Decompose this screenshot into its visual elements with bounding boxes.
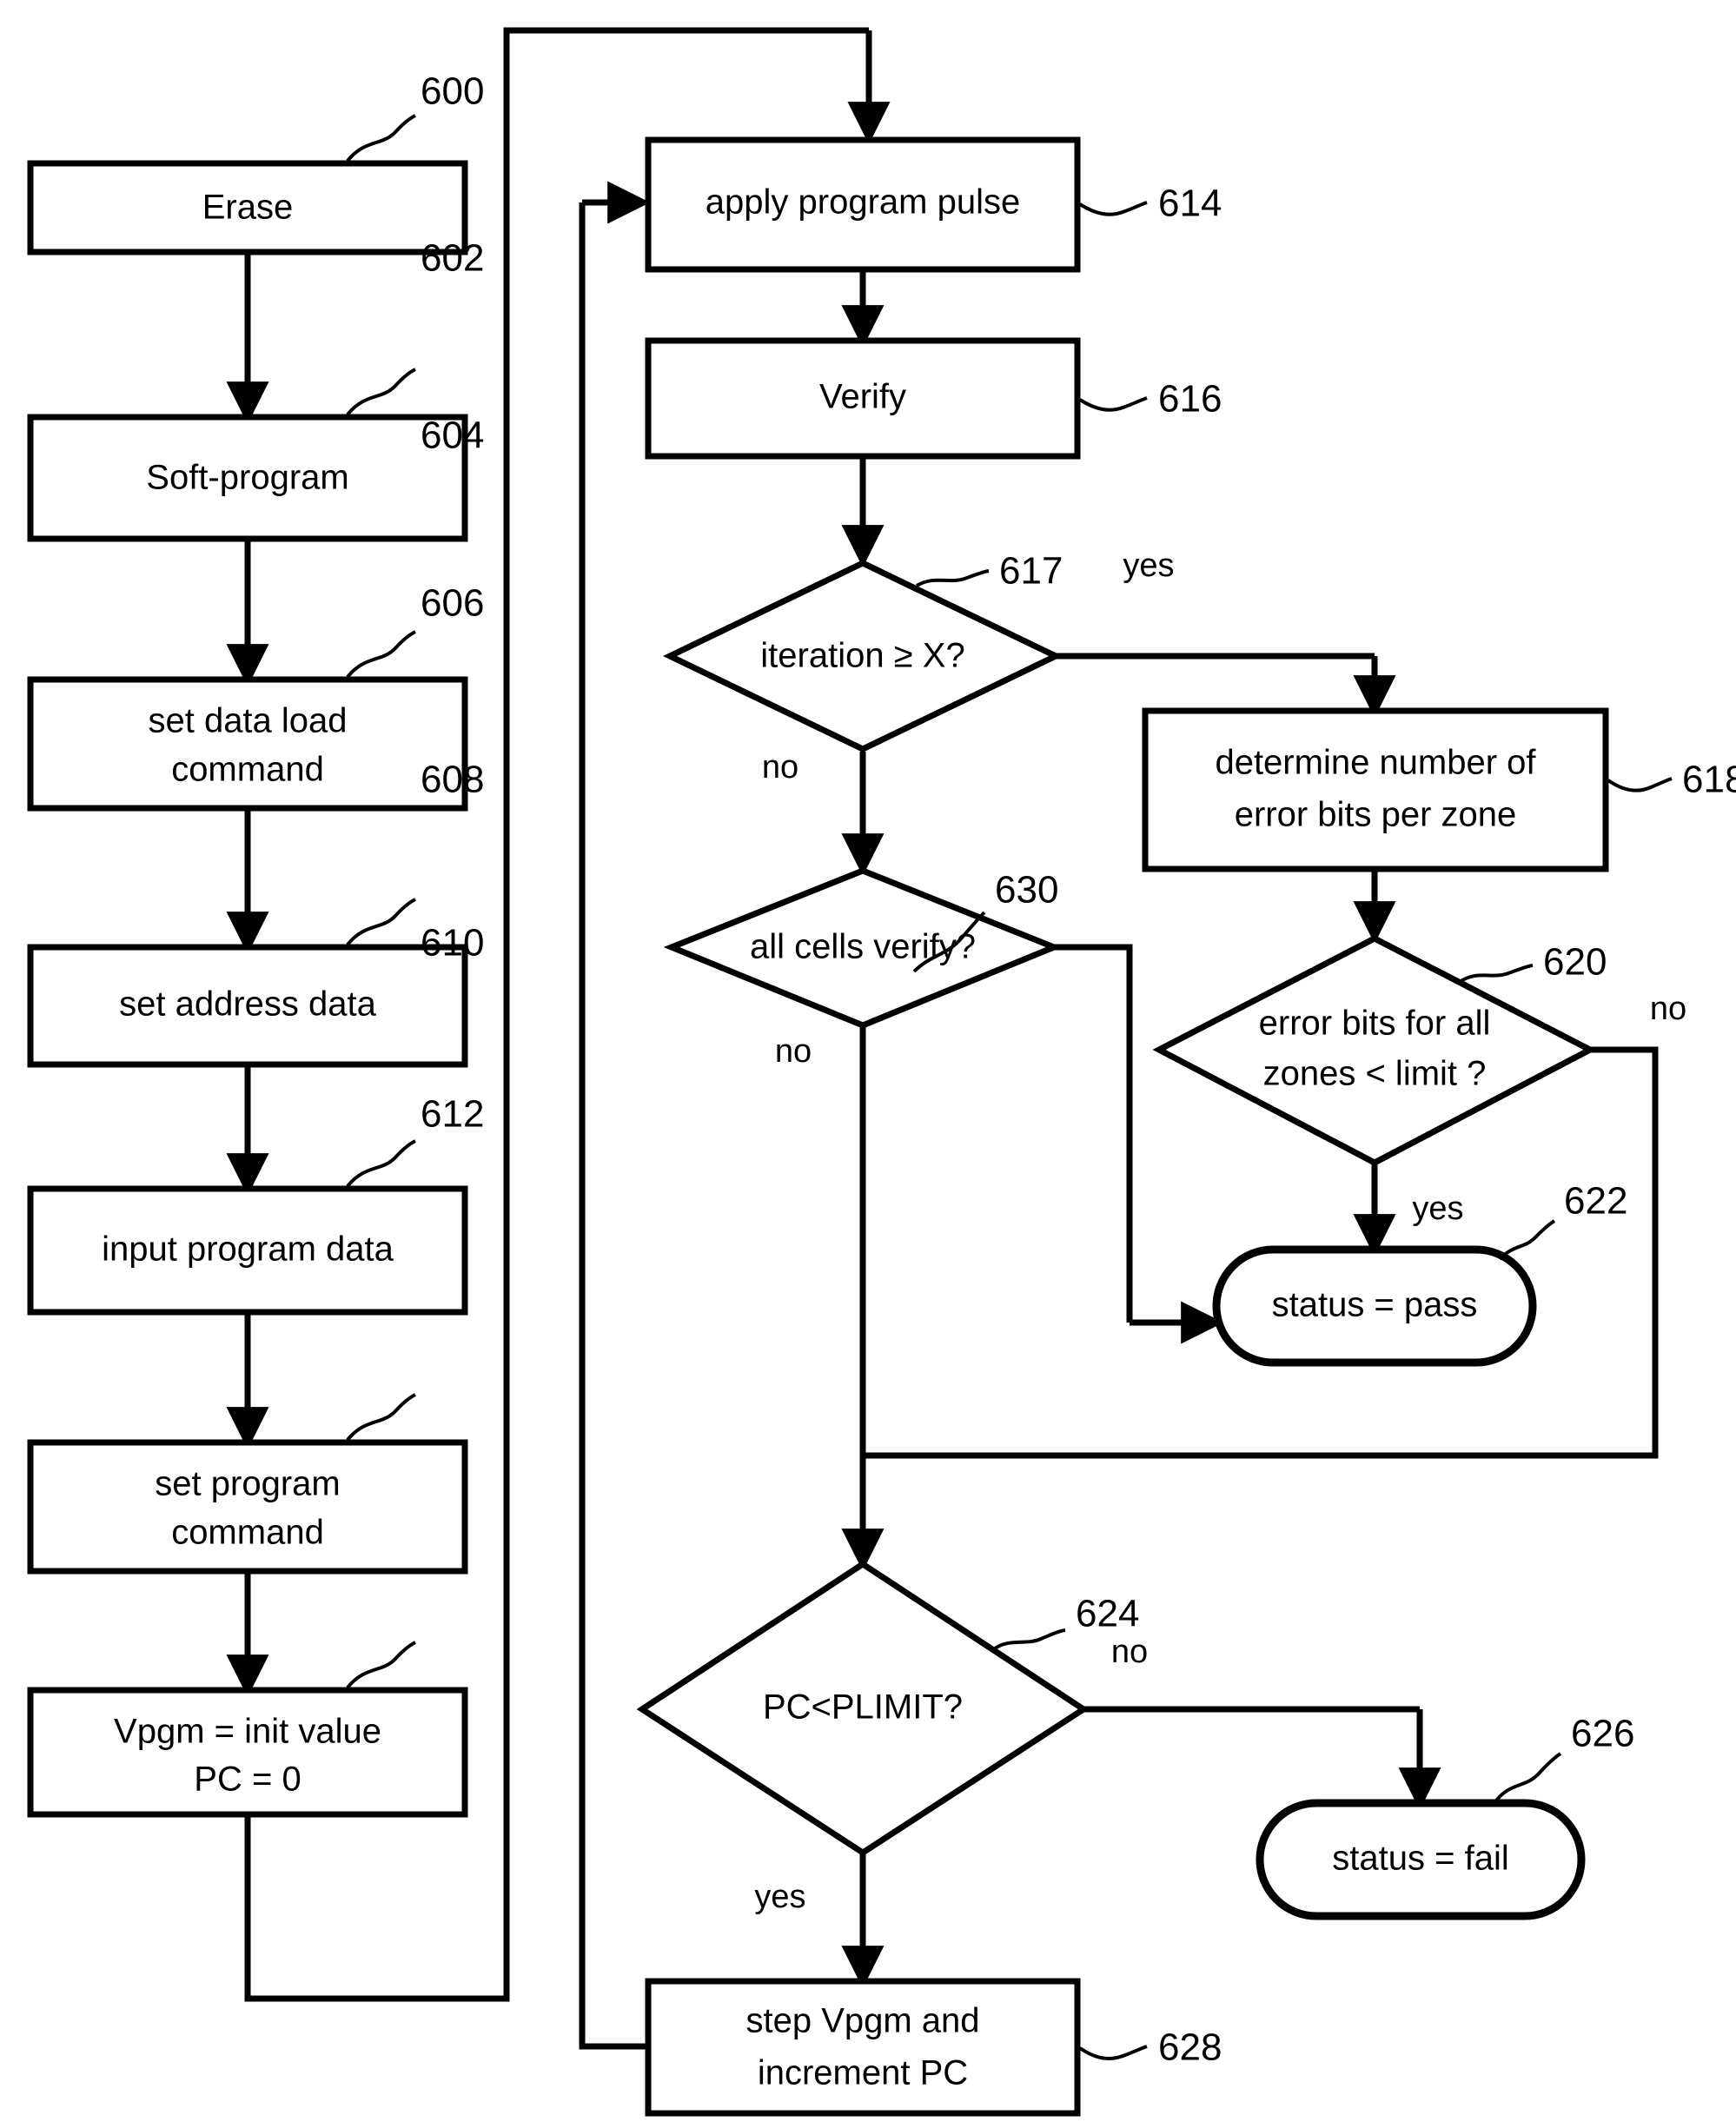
ref-614: 614	[1158, 182, 1222, 225]
node-628[interactable]: step Vpgm and increment PC 628	[645, 1978, 1222, 2117]
leader-616	[1078, 396, 1148, 412]
leader-608	[346, 1139, 416, 1188]
node-624[interactable]: PC<PLIMIT? 624 no yes	[636, 1560, 1148, 1915]
flowchart-svg: Erase 600 Soft-program 602 set data load…	[27, 27, 1736, 2117]
node-620-label-1: error bits for all	[1259, 1005, 1491, 1043]
ref-610: 610	[421, 922, 484, 965]
node-618[interactable]: determine number of error bits per zone …	[1142, 707, 1736, 872]
edge-630-yes-vertical	[1054, 944, 1133, 1323]
node-622-label: status = pass	[1272, 1286, 1478, 1324]
leader-606	[346, 898, 416, 946]
node-628-label-2: increment PC	[758, 2054, 968, 2092]
node-604-label-2: command	[171, 751, 324, 789]
ref-630: 630	[995, 869, 1058, 912]
edge-label-617-yes: yes	[1123, 547, 1174, 584]
node-626-label: status = fail	[1332, 1840, 1508, 1878]
leader-604	[346, 630, 416, 679]
node-602[interactable]: Soft-program 602	[27, 237, 484, 542]
node-602-label: Soft-program	[146, 459, 348, 497]
ref-618: 618	[1682, 759, 1736, 801]
leader-612	[346, 1641, 416, 1689]
node-600-label: Erase	[202, 189, 294, 227]
node-617-label: iteration ≥ X?	[760, 637, 964, 675]
node-606-label: set address data	[119, 985, 376, 1024]
leader-617	[915, 569, 990, 587]
leader-622	[1498, 1219, 1556, 1261]
node-608-label: input program data	[102, 1230, 394, 1269]
node-628-label-1: step Vpgm and	[745, 2002, 979, 2040]
edge-label-624-yes: yes	[754, 1879, 805, 1915]
ref-600: 600	[421, 70, 484, 113]
node-614[interactable]: apply program pulse 614	[645, 136, 1222, 273]
node-604-box[interactable]	[27, 676, 468, 812]
node-617[interactable]: iteration ≥ X? 617 yes no	[662, 547, 1175, 786]
edge-label-630-no: no	[775, 1033, 812, 1070]
leader-626	[1494, 1752, 1562, 1802]
leader-628	[1078, 2045, 1148, 2060]
ref-608: 608	[421, 759, 484, 801]
node-620-diamond[interactable]	[1152, 935, 1597, 1166]
ref-606: 606	[421, 582, 484, 625]
node-610-label-1: set program	[155, 1465, 340, 1503]
ref-624: 624	[1076, 1593, 1139, 1635]
edge-628-feedback-vertical	[579, 202, 648, 2050]
flowchart-canvas: Erase 600 Soft-program 602 set data load…	[0, 0, 1736, 2122]
node-624-label: PC<PLIMIT?	[763, 1688, 963, 1727]
node-630-label: all cells verify?	[750, 928, 976, 966]
node-612-label-2: PC = 0	[194, 1761, 301, 1799]
ref-602: 602	[421, 237, 484, 280]
ref-604: 604	[421, 414, 484, 457]
edge-label-620-yes: yes	[1412, 1190, 1463, 1227]
node-600[interactable]: Erase 600	[27, 70, 484, 255]
node-616-label: Verify	[819, 378, 906, 416]
node-610-label-2: command	[171, 1514, 324, 1552]
ref-626: 626	[1571, 1713, 1634, 1755]
node-626[interactable]: status = fail 626	[1256, 1713, 1634, 1920]
node-604-label-1: set data load	[148, 702, 347, 740]
node-620-label-2: zones < limit ?	[1263, 1055, 1487, 1093]
node-618-label-2: error bits per zone	[1235, 796, 1517, 834]
leader-610	[346, 1393, 416, 1442]
node-606[interactable]: set address data 606	[27, 582, 484, 1068]
edge-label-624-no: no	[1111, 1634, 1148, 1670]
ref-612: 612	[421, 1093, 484, 1136]
node-612-label-1: Vpgm = init value	[114, 1713, 381, 1751]
node-614-label: apply program pulse	[706, 183, 1020, 222]
node-618-label-1: determine number of	[1215, 744, 1536, 782]
node-618-box[interactable]	[1142, 707, 1609, 872]
edge-label-620-no: no	[1650, 991, 1686, 1027]
ref-617: 617	[999, 550, 1063, 593]
leader-614	[1078, 201, 1148, 216]
edge-label-617-no: no	[762, 749, 798, 786]
leader-620	[1458, 964, 1534, 984]
node-610-box[interactable]	[27, 1439, 468, 1575]
ref-616: 616	[1158, 378, 1222, 421]
ref-620: 620	[1543, 941, 1607, 984]
ref-628: 628	[1158, 2026, 1222, 2069]
ref-622: 622	[1564, 1180, 1627, 1223]
node-616[interactable]: Verify 616	[645, 337, 1222, 460]
leader-618	[1607, 777, 1673, 792]
leader-602	[346, 368, 416, 416]
leader-600	[346, 114, 416, 162]
leader-624	[991, 1628, 1066, 1652]
